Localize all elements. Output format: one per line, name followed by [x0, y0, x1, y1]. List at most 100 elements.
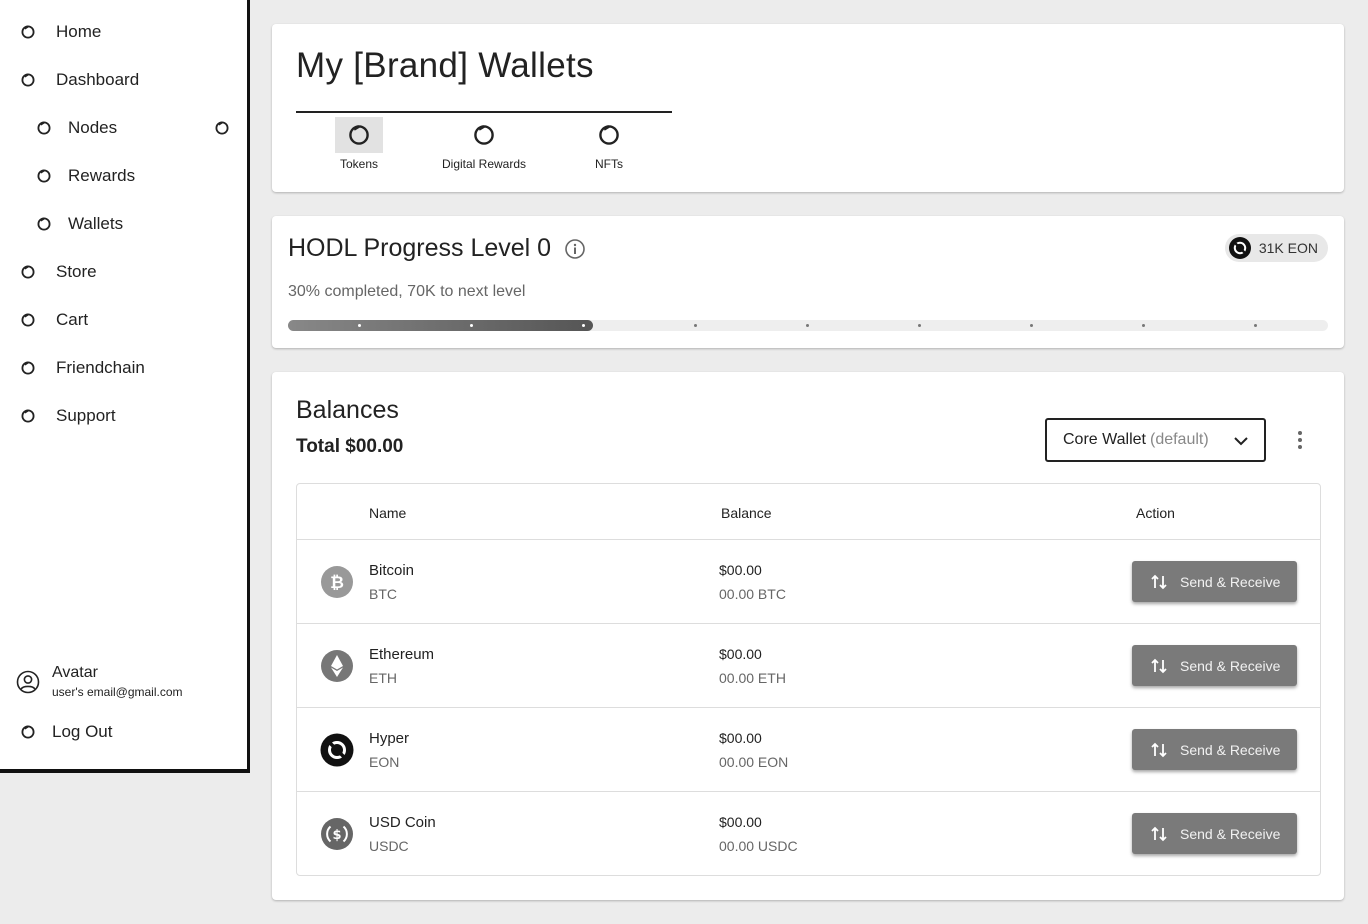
profile-email: user's email@gmail.com — [52, 685, 183, 699]
coin-name: Hyper — [369, 730, 410, 747]
coin-symbol: ETH — [369, 670, 397, 686]
more-vert-icon[interactable] — [1292, 430, 1308, 450]
circle-placeholder-icon — [20, 72, 36, 88]
circle-placeholder-icon — [20, 408, 36, 424]
swap-vert-icon — [1151, 742, 1167, 757]
sidebar-item-dashboard[interactable]: Dashboard — [20, 65, 139, 95]
tab-label: Digital Rewards — [441, 157, 527, 171]
sidebar-item-label: Cart — [56, 310, 89, 329]
sidebar-item-nodes[interactable]: Nodes — [36, 113, 117, 143]
coin-name: Ethereum — [369, 646, 435, 663]
chevron-down-icon — [1234, 437, 1248, 446]
tab-tokens[interactable]: Tokens — [335, 117, 383, 171]
balance-usd: $00.00 — [719, 646, 762, 662]
balances-table: Name Balance Action ₿ Bitcoin BTC $00.00… — [296, 483, 1321, 876]
usd-coin-icon: $ — [321, 818, 353, 850]
tab-indicator-line — [296, 111, 672, 113]
hodl-progress-bar — [288, 320, 1328, 331]
sidebar-item-label: Wallets — [68, 214, 124, 233]
sidebar-item-label: Home — [56, 22, 102, 41]
digital-rewards-tab-icon — [460, 117, 508, 153]
send-receive-button[interactable]: Send & Receive — [1132, 645, 1297, 686]
logout-button[interactable]: Log Out — [20, 722, 113, 742]
coin-name: USD Coin — [369, 814, 436, 831]
table-row: Ethereum ETH $00.00 00.00 ETH Send & Rec… — [297, 623, 1320, 707]
wallet-select-value: Core Wallet — [1063, 431, 1146, 448]
circle-placeholder-icon — [20, 24, 36, 40]
wallet-select-hint: (default) — [1149, 431, 1209, 448]
balance-usd: $00.00 — [719, 730, 762, 746]
balances-total: Total $00.00 — [296, 436, 404, 457]
column-header-balance: Balance — [721, 505, 772, 521]
circle-placeholder-icon — [36, 216, 52, 232]
balance-usd: $00.00 — [719, 562, 762, 578]
progress-step-dot — [1254, 324, 1257, 327]
balance-amount: 00.00 BTC — [719, 586, 786, 602]
coin-name: Bitcoin — [369, 562, 415, 579]
balance-usd: $00.00 — [719, 814, 762, 830]
table-row: $ USD Coin USDC $00.00 00.00 USDC Send &… — [297, 791, 1320, 875]
tab-label: Tokens — [339, 157, 379, 171]
swap-vert-icon — [1151, 574, 1167, 589]
progress-step-dot — [918, 324, 921, 327]
column-header-action: Action — [1136, 505, 1175, 521]
balances-card: Balances Total $00.00 Core Wallet (defau… — [272, 372, 1344, 900]
sidebar-item-cart[interactable]: Cart — [20, 305, 88, 335]
send-receive-label: Send & Receive — [1180, 573, 1281, 590]
progress-step-dot — [694, 324, 697, 327]
sidebar-item-label: Store — [56, 262, 97, 281]
balance-amount: 00.00 USDC — [719, 838, 798, 854]
sidebar-item-wallets[interactable]: Wallets — [36, 209, 123, 239]
tab-label: NFTs — [595, 157, 623, 171]
wallets-header-card: My [Brand] Wallets Tokens Digital Reward… — [272, 24, 1344, 192]
sidebar-item-rewards[interactable]: Rewards — [36, 161, 135, 191]
progress-step-dot — [470, 324, 473, 327]
sidebar-item-store[interactable]: Store — [20, 257, 97, 287]
circle-placeholder-icon — [20, 264, 36, 280]
bitcoin-icon: ₿ — [321, 566, 353, 598]
tokens-tab-icon — [335, 117, 383, 153]
page-title: My [Brand] Wallets — [296, 46, 594, 85]
balance-amount: 00.00 ETH — [719, 670, 786, 686]
tab-digital-rewards[interactable]: Digital Rewards — [434, 117, 534, 171]
profile-name: Avatar — [52, 664, 98, 681]
sidebar-item-label: Dashboard — [56, 70, 140, 89]
sidebar-item-label: Rewards — [68, 166, 136, 185]
table-row: Hyper EON $00.00 00.00 EON Send & Receiv… — [297, 707, 1320, 791]
account-circle-icon — [16, 670, 40, 693]
send-receive-button[interactable]: Send & Receive — [1132, 729, 1297, 770]
circle-placeholder-icon — [20, 312, 36, 328]
send-receive-button[interactable]: Send & Receive — [1132, 561, 1297, 602]
progress-step-dot — [1030, 324, 1033, 327]
circle-placeholder-icon — [36, 168, 52, 184]
send-receive-button[interactable]: Send & Receive — [1132, 813, 1297, 854]
sidebar-item-home[interactable]: Home — [20, 17, 101, 47]
eon-balance-chip: 31K EON — [1224, 234, 1328, 262]
info-icon[interactable] — [564, 238, 586, 260]
nfts-tab-icon — [585, 117, 633, 153]
nodes-badge-icon — [214, 120, 230, 136]
progress-step-dot — [806, 324, 809, 327]
progress-step-dot — [1142, 324, 1145, 327]
column-header-name: Name — [369, 505, 407, 521]
sidebar-item-friendchain[interactable]: Friendchain — [20, 353, 145, 383]
hyper-icon — [320, 733, 354, 767]
progress-step-dot — [582, 324, 585, 327]
hodl-progress-card: HODL Progress Level 0 31K EON 30% comple… — [272, 216, 1344, 348]
logout-label: Log Out — [52, 722, 113, 741]
send-receive-label: Send & Receive — [1180, 741, 1281, 758]
hodl-progress-fill — [288, 320, 593, 331]
hodl-subtitle: 30% completed, 70K to next level — [288, 283, 526, 300]
user-profile[interactable]: Avatar user's email@gmail.com — [16, 664, 183, 699]
svg-text:₿: ₿ — [330, 573, 344, 593]
circle-placeholder-icon — [36, 120, 52, 136]
sidebar-item-support[interactable]: Support — [20, 401, 116, 431]
coin-symbol: USDC — [369, 838, 409, 854]
circle-placeholder-icon — [20, 360, 36, 376]
coin-symbol: BTC — [369, 586, 397, 602]
tab-nfts[interactable]: NFTs — [585, 117, 633, 171]
wallet-select[interactable]: Core Wallet (default) — [1045, 418, 1266, 462]
send-receive-label: Send & Receive — [1180, 657, 1281, 674]
progress-step-dot — [358, 324, 361, 327]
sidebar: Home Dashboard Nodes Rewards Wallets Sto… — [0, 0, 250, 773]
